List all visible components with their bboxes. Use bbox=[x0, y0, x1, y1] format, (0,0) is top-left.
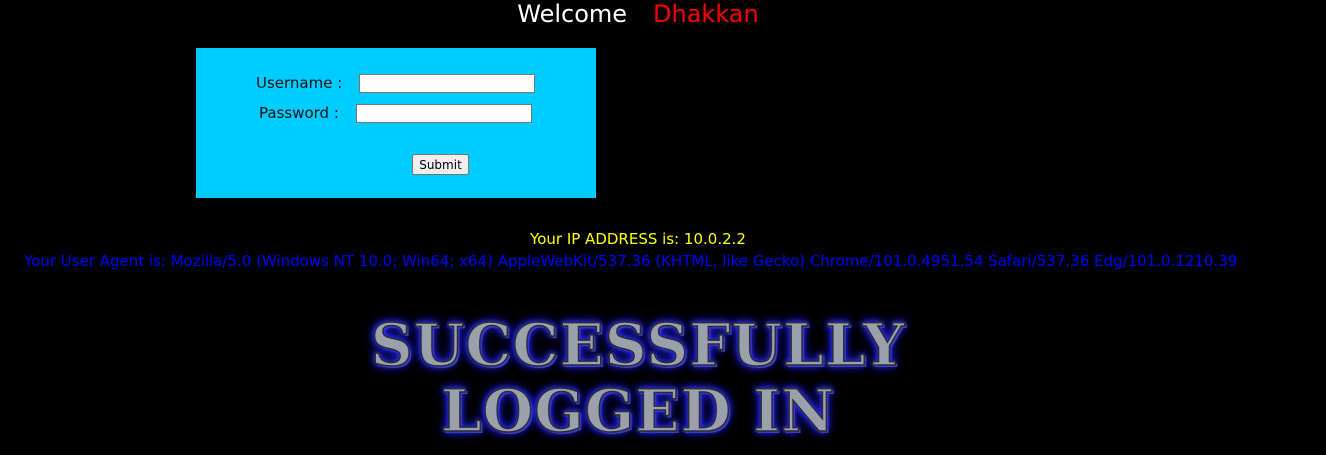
success-banner-line2: LOGGED IN bbox=[440, 377, 836, 445]
success-banner: SUCCESSFULLY LOGGED IN bbox=[0, 311, 1276, 445]
username-label: Username : bbox=[256, 74, 343, 92]
welcome-text: Welcome bbox=[517, 0, 628, 28]
page: Welcome Dhakkan Username : Password : Sub… bbox=[0, 0, 1326, 455]
password-input[interactable] bbox=[356, 104, 532, 123]
submit-button[interactable]: Submit bbox=[412, 154, 469, 175]
login-form: Username : Password : Submit bbox=[196, 48, 596, 198]
user-name: Dhakkan bbox=[653, 0, 759, 28]
password-row: Password : bbox=[259, 104, 532, 123]
user-agent-text: Your User Agent is: Mozilla/5.0 (Windows… bbox=[24, 252, 1238, 270]
username-row: Username : bbox=[256, 74, 535, 93]
welcome-heading: Welcome Dhakkan bbox=[0, 0, 1276, 28]
password-label: Password : bbox=[259, 104, 339, 122]
ip-address-text: Your IP ADDRESS is: 10.0.2.2 bbox=[530, 230, 746, 248]
username-input[interactable] bbox=[359, 74, 535, 93]
success-banner-line1: SUCCESSFULLY bbox=[370, 311, 906, 379]
